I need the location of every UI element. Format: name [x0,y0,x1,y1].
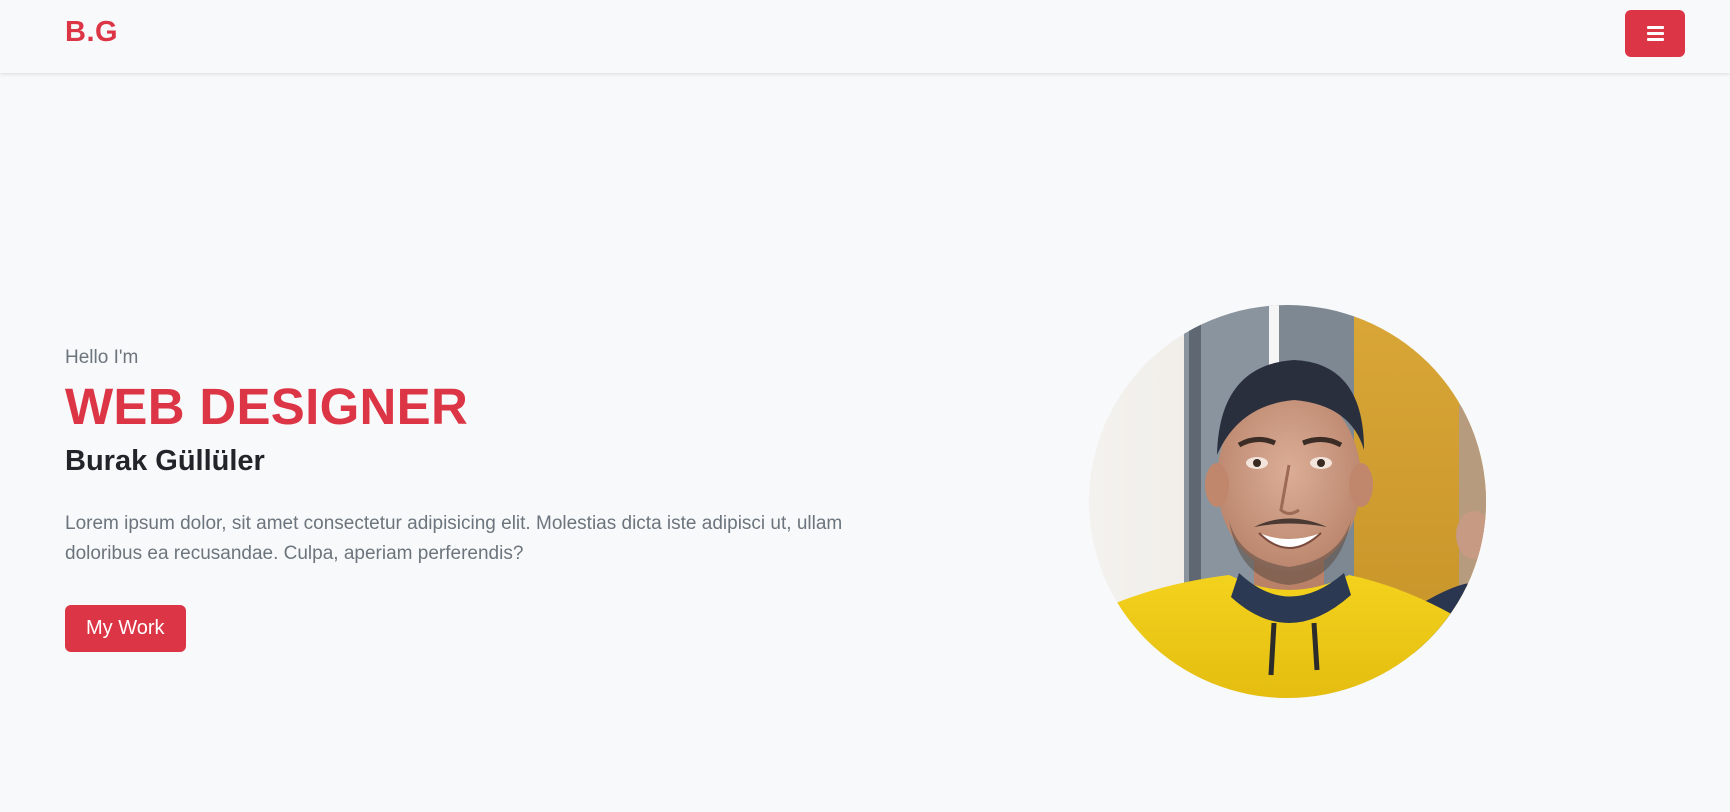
brand-logo[interactable]: B.G [65,16,118,49]
hero-role-title: WEB DESIGNER [65,378,469,435]
profile-photo [1089,305,1486,698]
navbar: B.G [0,0,1730,73]
profile-photo-illustration [1089,305,1486,698]
hero-greeting: Hello I'm [65,347,139,368]
hero-section: Hello I'm WEB DESIGNER Burak Güllüler Lo… [65,345,865,652]
my-work-button[interactable]: My Work [65,605,186,652]
menu-toggle-button[interactable] [1625,10,1685,57]
hero-bio: Lorem ipsum dolor, sit amet consectetur … [65,513,843,564]
hamburger-menu-icon [1647,26,1664,41]
hero-name: Burak Güllüler [65,445,265,477]
